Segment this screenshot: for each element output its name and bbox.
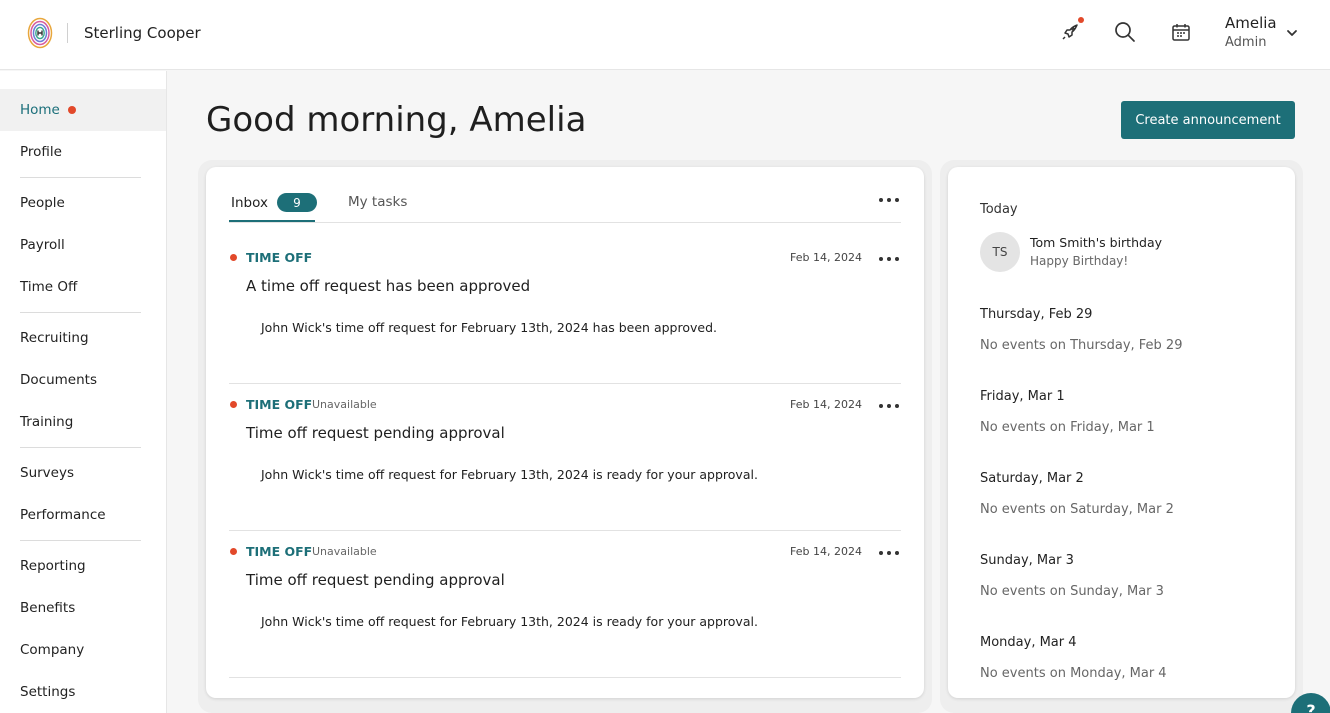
message-date: Feb 14, 2024: [790, 251, 862, 264]
message-body: John Wick's time off request for Februar…: [261, 467, 758, 482]
sidebar-item-time-off[interactable]: Time Off: [0, 266, 166, 308]
message-date: Feb 14, 2024: [790, 398, 862, 411]
tab-my-tasks[interactable]: My tasks: [348, 194, 407, 210]
message-title: A time off request has been approved: [246, 277, 531, 295]
user-name[interactable]: Amelia: [1225, 14, 1277, 32]
today-label: Today: [980, 202, 1018, 217]
no-events-text: No events on Thursday, Feb 29: [980, 338, 1183, 353]
day-label: Saturday, Mar 2: [980, 471, 1084, 486]
inbox-count-badge: 9: [276, 193, 317, 212]
sidebar-item-reporting[interactable]: Reporting: [0, 545, 166, 587]
active-tab-indicator: [229, 220, 315, 222]
message-status: Unavailable: [312, 398, 377, 411]
message-category: TIME OFF: [246, 397, 313, 412]
no-events-text: No events on Sunday, Mar 3: [980, 584, 1164, 599]
sidebar-item-recruiting[interactable]: Recruiting: [0, 317, 166, 359]
birthday-subtitle: Happy Birthday!: [1030, 254, 1129, 268]
sidebar-item-label: Settings: [20, 684, 76, 700]
sidebar-item-label: Reporting: [20, 558, 86, 574]
sidebar-item-payroll[interactable]: Payroll: [0, 224, 166, 266]
sidebar: Home Profile People Payroll Time Off Rec…: [0, 71, 167, 713]
unread-dot: [230, 401, 237, 408]
sidebar-item-label: Time Off: [20, 279, 78, 295]
notification-dot: [67, 106, 76, 114]
search-icon[interactable]: [1113, 20, 1137, 44]
sidebar-divider: [20, 177, 141, 178]
inbox-message[interactable]: TIME OFF Feb 14, 2024 A time off request…: [229, 237, 901, 384]
sidebar-item-label: Benefits: [20, 600, 76, 616]
sidebar-item-label: Surveys: [20, 465, 74, 481]
tab-inbox[interactable]: Inbox 9: [231, 193, 317, 212]
sidebar-item-profile[interactable]: Profile: [0, 131, 166, 173]
sidebar-item-label: Performance: [20, 507, 106, 523]
sidebar-item-label: Company: [20, 642, 85, 658]
sidebar-item-label: Recruiting: [20, 330, 89, 346]
day-label: Thursday, Feb 29: [980, 307, 1093, 322]
more-horizontal-icon[interactable]: [879, 195, 899, 205]
sidebar-item-label: Documents: [20, 372, 97, 388]
calendar-icon[interactable]: [1169, 20, 1193, 44]
sidebar-item-label: Home: [20, 102, 60, 118]
avatar: TS: [980, 232, 1020, 272]
page-title: Good morning, Amelia: [206, 100, 587, 140]
inbox-card: Inbox 9 My tasks TIME OFF Feb 14, 2024 A…: [206, 167, 924, 698]
more-horizontal-icon[interactable]: [879, 548, 899, 558]
sidebar-item-performance[interactable]: Performance: [0, 494, 166, 536]
sidebar-item-label: People: [20, 195, 65, 211]
sidebar-item-home[interactable]: Home: [0, 89, 166, 131]
message-category: TIME OFF: [246, 250, 313, 265]
sidebar-item-documents[interactable]: Documents: [0, 359, 166, 401]
top-bar: Sterling Cooper Amelia Admin: [0, 0, 1330, 70]
no-events-text: No events on Friday, Mar 1: [980, 420, 1155, 435]
company-name: Sterling Cooper: [84, 24, 201, 42]
message-category: TIME OFF: [246, 544, 313, 559]
sidebar-item-settings[interactable]: Settings: [0, 671, 166, 713]
sidebar-item-company[interactable]: Company: [0, 629, 166, 671]
sidebar-divider: [20, 540, 141, 541]
notification-dot: [1078, 17, 1084, 23]
calendar-card: Today TS Tom Smith's birthday Happy Birt…: [948, 167, 1295, 698]
unread-dot: [230, 548, 237, 555]
chevron-down-icon[interactable]: [1285, 25, 1299, 39]
brand-divider: [67, 23, 68, 43]
user-role: Admin: [1225, 35, 1267, 50]
day-label: Sunday, Mar 3: [980, 553, 1074, 568]
fingerprint-logo-icon[interactable]: [27, 17, 53, 49]
no-events-text: No events on Monday, Mar 4: [980, 666, 1167, 681]
day-label: Friday, Mar 1: [980, 389, 1065, 404]
sidebar-item-people[interactable]: People: [0, 182, 166, 224]
sidebar-divider: [20, 447, 141, 448]
no-events-text: No events on Saturday, Mar 2: [980, 502, 1174, 517]
more-horizontal-icon[interactable]: [879, 401, 899, 411]
unread-dot: [230, 254, 237, 261]
day-label: Monday, Mar 4: [980, 635, 1077, 650]
sidebar-divider: [20, 312, 141, 313]
sidebar-item-label: Profile: [20, 144, 62, 160]
tab-divider: [229, 222, 901, 223]
message-date: Feb 14, 2024: [790, 545, 862, 558]
birthday-title[interactable]: Tom Smith's birthday: [1030, 235, 1162, 250]
sidebar-item-label: Payroll: [20, 237, 65, 253]
inbox-message[interactable]: TIME OFF Unavailable Feb 14, 2024 Time o…: [229, 384, 901, 531]
create-announcement-button[interactable]: Create announcement: [1121, 101, 1295, 139]
sidebar-item-training[interactable]: Training: [0, 401, 166, 443]
message-body: John Wick's time off request for Februar…: [261, 320, 717, 335]
inbox-message[interactable]: TIME OFF Unavailable Feb 14, 2024 Time o…: [229, 531, 901, 678]
message-title: Time off request pending approval: [246, 571, 505, 589]
sidebar-item-surveys[interactable]: Surveys: [0, 452, 166, 494]
sidebar-item-benefits[interactable]: Benefits: [0, 587, 166, 629]
message-body: John Wick's time off request for Februar…: [261, 614, 758, 629]
message-title: Time off request pending approval: [246, 424, 505, 442]
more-horizontal-icon[interactable]: [879, 254, 899, 264]
rocket-icon[interactable]: [1058, 20, 1082, 44]
sidebar-item-label: Training: [20, 414, 74, 430]
message-status: Unavailable: [312, 545, 377, 558]
tab-inbox-label: Inbox: [231, 194, 268, 211]
